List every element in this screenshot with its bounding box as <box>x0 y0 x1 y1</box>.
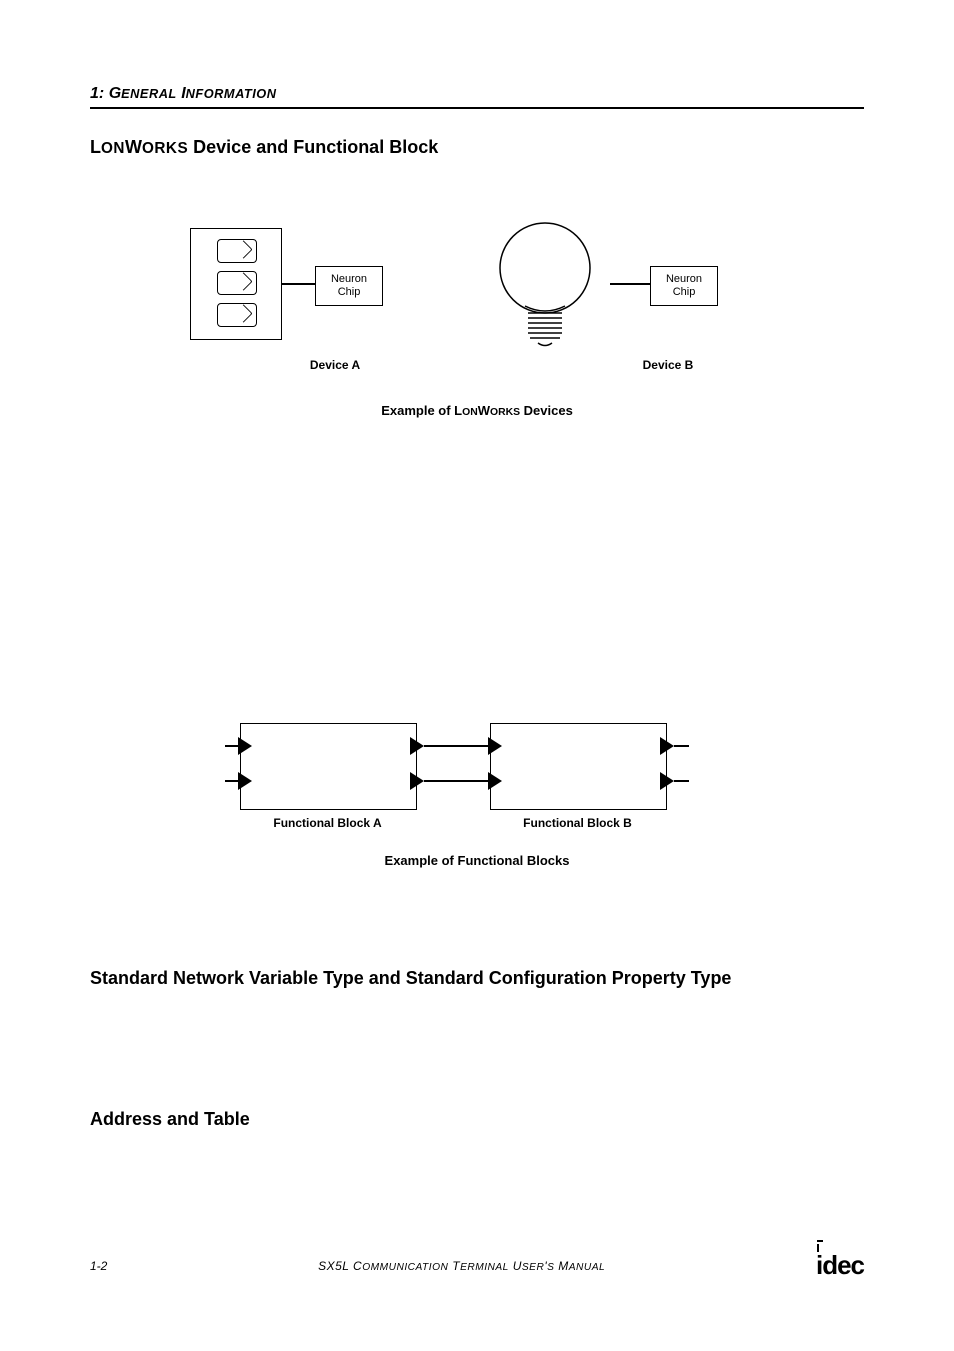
figure-lonworks-devices: Neuron Chip Device A Neuron Chip Device … <box>90 218 864 468</box>
switch-icon <box>217 303 257 327</box>
device-a-box <box>190 228 282 340</box>
output-stub <box>674 745 689 747</box>
page-footer: 1-2 SX5L COMMUNICATION TERMINAL USER'S M… <box>90 1250 864 1281</box>
arrow-icon <box>660 772 674 790</box>
device-a-label: Device A <box>275 358 395 372</box>
arrow-icon <box>488 772 502 790</box>
lightbulb-icon <box>480 218 610 378</box>
cap-orks: ORKS <box>490 407 520 418</box>
connector-line <box>424 745 490 747</box>
neuron-chip-a-box: Neuron Chip <box>315 266 383 306</box>
section-title-address-table: Address and Table <box>90 1109 864 1130</box>
arrow-icon <box>238 772 252 790</box>
connector-line <box>610 283 650 285</box>
functional-block-a <box>240 723 417 810</box>
chapter-title-g: G <box>109 85 121 102</box>
neuron-chip-label: Neuron Chip <box>666 273 702 298</box>
connector-line <box>424 780 490 782</box>
lw-orks: ORKS <box>142 140 188 157</box>
chapter-title-general: ENERAL <box>121 86 177 101</box>
functional-block-b <box>490 723 667 810</box>
page-number: 1-2 <box>90 1259 107 1273</box>
chapter-title-information: NFORMATION <box>186 86 277 101</box>
figure-functional-blocks: Functional Block A Functional Block B Ex… <box>90 698 864 938</box>
footer-manual-title: SX5L COMMUNICATION TERMINAL USER'S MANUA… <box>107 1259 816 1273</box>
arrow-icon <box>238 737 252 755</box>
chapter-num: 1: <box>90 85 104 102</box>
lw-l: L <box>90 137 101 157</box>
fblock-b-label: Functional Block B <box>490 816 665 830</box>
cap-suffix: Devices <box>520 403 573 418</box>
chapter-heading: 1: GENERAL INFORMATION <box>90 85 864 109</box>
arrow-icon <box>660 737 674 755</box>
section-title-snvt-scpt: Standard Network Variable Type and Stand… <box>90 968 864 989</box>
figure2-caption: Example of Functional Blocks <box>90 853 864 868</box>
cap-prefix: Example of L <box>381 403 462 418</box>
figure1-caption: Example of LONWORKS Devices <box>90 403 864 418</box>
cap-w: W <box>478 403 490 418</box>
arrow-icon <box>488 737 502 755</box>
neuron-chip-label: Neuron Chip <box>331 273 367 298</box>
cap-on: ON <box>462 407 478 418</box>
connector-line <box>281 283 315 285</box>
device-b-label: Device B <box>608 358 728 372</box>
arrow-icon <box>410 737 424 755</box>
neuron-chip-b-box: Neuron Chip <box>650 266 718 306</box>
switch-icon <box>217 271 257 295</box>
switch-icon <box>217 239 257 263</box>
lw-w: W <box>125 137 142 157</box>
section-title-lonworks-device: LONWORKS Device and Functional Block <box>90 137 864 158</box>
section-rest: Device and Functional Block <box>188 137 438 157</box>
idec-logo-icon: idec <box>816 1250 864 1281</box>
fblock-a-label: Functional Block A <box>240 816 415 830</box>
lw-on: ON <box>101 140 125 157</box>
output-stub <box>674 780 689 782</box>
arrow-icon <box>410 772 424 790</box>
